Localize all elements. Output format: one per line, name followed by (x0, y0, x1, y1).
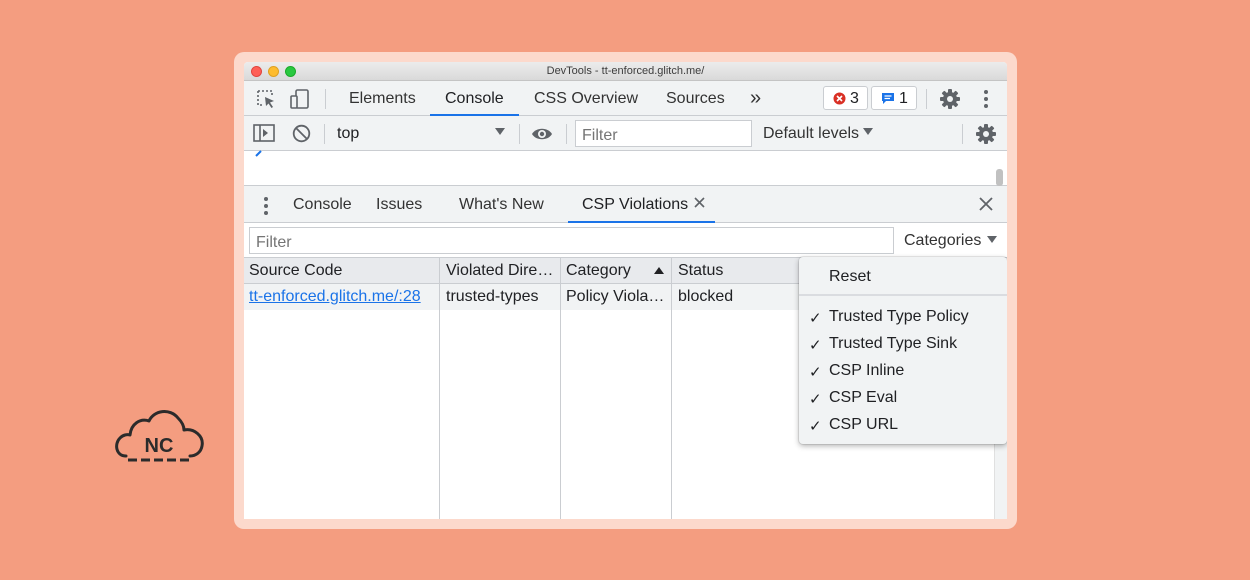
column-header-violated-directive[interactable]: Violated Dire… (446, 262, 553, 280)
drawer-tab-whats-new[interactable]: What's New (459, 196, 544, 214)
console-settings-gear-icon[interactable] (975, 123, 997, 145)
tab-sources[interactable]: Sources (666, 90, 725, 108)
tab-css-overview[interactable]: CSS Overview (534, 90, 638, 108)
window-title: DevTools - tt-enforced.glitch.me/ (546, 65, 705, 77)
console-filter-input[interactable] (575, 120, 752, 147)
csp-filter-bar: Categories (244, 223, 1007, 258)
message-icon (881, 92, 895, 105)
error-count: 3 (850, 90, 859, 107)
tab-elements[interactable]: Elements (349, 90, 416, 108)
menu-separator (799, 294, 1007, 296)
checkmark-icon: ✓ (809, 418, 822, 435)
sort-ascending-icon (654, 267, 664, 274)
column-divider[interactable] (560, 258, 561, 519)
status-cell: blocked (678, 288, 734, 305)
logo-text: NC (145, 435, 174, 457)
clear-console-icon[interactable] (292, 124, 311, 143)
menu-item-csp-eval[interactable]: CSP Eval (829, 389, 897, 407)
live-expression-eye-icon[interactable] (531, 126, 553, 142)
context-selector[interactable]: top (337, 125, 359, 143)
menu-item-trusted-type-sink[interactable]: Trusted Type Sink (829, 335, 957, 353)
categories-dropdown-icon[interactable] (987, 236, 997, 244)
menu-item-trusted-type-policy[interactable]: Trusted Type Policy (829, 308, 969, 326)
nc-cloud-logo: NC (112, 404, 206, 468)
violated-directive-cell: trusted-types (446, 288, 539, 305)
toolbar-separator (324, 124, 325, 144)
console-scrollbar-thumb[interactable] (996, 169, 1003, 186)
toolbar-separator (962, 124, 963, 144)
error-icon (833, 92, 846, 105)
message-count-badge[interactable]: 1 (871, 86, 917, 110)
main-toolbar: Elements Console CSS Overview Sources » … (244, 81, 1007, 116)
checkmark-icon: ✓ (809, 310, 822, 327)
drawer-tab-console[interactable]: Console (293, 196, 352, 214)
drawer-tab-csp-violations[interactable]: CSP Violations (582, 196, 688, 214)
categories-dropdown[interactable]: Categories (904, 232, 981, 250)
toolbar-separator (519, 124, 520, 144)
category-cell: Policy Viola… (566, 288, 665, 305)
console-output[interactable] (244, 149, 1007, 186)
message-count: 1 (899, 90, 908, 107)
device-toolbar-icon[interactable] (289, 88, 311, 110)
categories-menu: Reset ✓ Trusted Type Policy ✓ Trusted Ty… (799, 257, 1007, 444)
prompt-chevron-icon (255, 149, 265, 157)
toolbar-separator (926, 89, 927, 109)
checkmark-icon: ✓ (809, 364, 822, 381)
column-header-status[interactable]: Status (678, 262, 723, 280)
tab-console[interactable]: Console (445, 90, 504, 108)
devtools-window: DevTools - tt-enforced.glitch.me/ Elemen… (244, 62, 1007, 519)
source-code-link[interactable]: tt-enforced.glitch.me/:28 (249, 288, 421, 306)
drawer-tab-issues[interactable]: Issues (376, 196, 422, 214)
close-drawer-icon[interactable] (979, 197, 993, 211)
kebab-menu-icon[interactable] (983, 89, 989, 109)
drawer-menu-icon[interactable] (263, 196, 269, 216)
csp-filter-input[interactable] (249, 227, 894, 254)
toolbar-separator (566, 124, 567, 144)
column-header-source-code[interactable]: Source Code (249, 262, 342, 280)
levels-dropdown-icon[interactable] (863, 128, 873, 136)
column-divider[interactable] (671, 258, 672, 519)
context-dropdown-icon[interactable] (495, 128, 505, 136)
drawer-tab-bar: Console Issues What's New CSP Violations (244, 186, 1007, 223)
settings-gear-icon[interactable] (939, 88, 961, 110)
checkmark-icon: ✓ (809, 391, 822, 408)
column-divider[interactable] (439, 258, 440, 519)
inspect-element-icon[interactable] (255, 88, 277, 110)
menu-item-csp-inline[interactable]: CSP Inline (829, 362, 904, 380)
error-count-badge[interactable]: 3 (823, 86, 868, 110)
default-levels-dropdown[interactable]: Default levels (763, 125, 859, 143)
checkmark-icon: ✓ (809, 337, 822, 354)
more-tabs-icon[interactable]: » (750, 87, 761, 110)
close-tab-icon[interactable] (694, 197, 705, 208)
sidebar-toggle-icon[interactable] (253, 124, 275, 142)
console-toolbar: top Default levels (244, 116, 1007, 151)
toolbar-separator (325, 89, 326, 109)
column-header-category[interactable]: Category (566, 262, 631, 280)
menu-item-csp-url[interactable]: CSP URL (829, 416, 898, 434)
menu-item-reset[interactable]: Reset (829, 268, 871, 286)
title-bar: DevTools - tt-enforced.glitch.me/ (244, 62, 1007, 81)
